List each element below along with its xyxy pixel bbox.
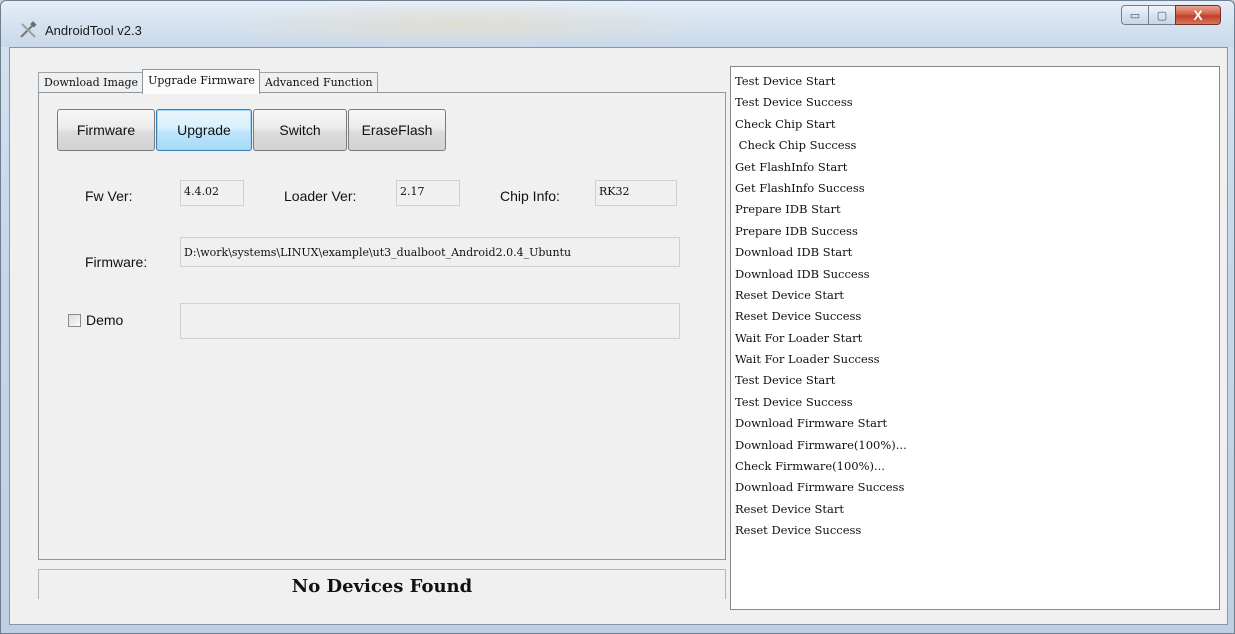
log-line: Wait For Loader Start bbox=[735, 330, 863, 345]
maximize-button[interactable]: ▢ bbox=[1148, 5, 1175, 25]
log-line: Prepare IDB Success bbox=[735, 223, 858, 238]
tab-advanced-function[interactable]: Advanced Function bbox=[258, 72, 378, 94]
demo-field[interactable] bbox=[180, 303, 680, 339]
chip-info-label: Chip Info: bbox=[500, 188, 560, 204]
log-line: Reset Device Start bbox=[735, 287, 845, 302]
loader-ver-label: Loader Ver: bbox=[284, 188, 357, 204]
log-line: Test Device Start bbox=[735, 373, 836, 388]
log-line: Test Device Success bbox=[735, 394, 853, 409]
log-line: Test Device Success bbox=[735, 95, 853, 110]
tab-strip: Download Image Upgrade Firmware Advanced… bbox=[38, 69, 378, 94]
maximize-icon: ▢ bbox=[1156, 9, 1168, 22]
close-button[interactable]: X bbox=[1175, 5, 1221, 25]
log-line: Wait For Loader Success bbox=[735, 352, 880, 367]
log-line: Reset Device Success bbox=[735, 309, 862, 324]
status-bar: No Devices Found bbox=[38, 569, 726, 599]
log-list[interactable]: Test Device Start Test Device Success Chec… bbox=[730, 66, 1220, 610]
app-window: AndroidTool v2.3 ▭ ▢ X Download Image Up… bbox=[0, 0, 1235, 634]
tools-icon bbox=[20, 21, 37, 38]
firmware-label: Firmware: bbox=[85, 254, 148, 270]
log-line: Get FlashInfo Success bbox=[735, 180, 865, 195]
window-controls: ▭ ▢ X bbox=[1121, 5, 1221, 27]
firmware-button[interactable]: Firmware bbox=[57, 109, 155, 151]
fw-ver-label: Fw Ver: bbox=[85, 188, 133, 204]
log-line: Download IDB Success bbox=[735, 266, 870, 281]
upgrade-firmware-panel: Firmware Upgrade Switch EraseFlash Fw Ve… bbox=[38, 92, 726, 560]
log-line: Check Firmware(100%)... bbox=[735, 459, 885, 474]
tab-upgrade-firmware[interactable]: Upgrade Firmware bbox=[142, 69, 260, 94]
loader-ver-field: 2.17 bbox=[396, 180, 460, 206]
log-line: Check Chip Success bbox=[735, 138, 857, 153]
fw-ver-field: 4.4.02 bbox=[180, 180, 244, 206]
tab-download-image[interactable]: Download Image bbox=[38, 72, 144, 94]
log-line: Download IDB Start bbox=[735, 245, 853, 260]
log-line: Reset Device Start bbox=[735, 501, 845, 516]
log-line: Download Firmware Start bbox=[735, 416, 888, 431]
close-icon: X bbox=[1193, 7, 1203, 23]
switch-button[interactable]: Switch bbox=[253, 109, 347, 151]
minimize-button[interactable]: ▭ bbox=[1121, 5, 1148, 25]
log-line: Download Firmware(100%)... bbox=[735, 437, 907, 452]
title-bar[interactable]: AndroidTool v2.3 ▭ ▢ X bbox=[1, 1, 1234, 47]
log-line: Download Firmware Success bbox=[735, 480, 905, 495]
upgrade-button[interactable]: Upgrade bbox=[156, 109, 252, 151]
log-line: Reset Device Success bbox=[735, 523, 862, 538]
window-title: AndroidTool v2.3 bbox=[45, 23, 142, 38]
log-line: Get FlashInfo Start bbox=[735, 159, 848, 174]
firmware-path-field: D:\work\systems\LINUX\example\ut3_dualbo… bbox=[180, 237, 680, 267]
demo-label[interactable]: Demo bbox=[86, 312, 123, 328]
client-area: Download Image Upgrade Firmware Advanced… bbox=[9, 47, 1228, 625]
eraseflash-button[interactable]: EraseFlash bbox=[348, 109, 446, 151]
minimize-icon: ▭ bbox=[1129, 9, 1141, 22]
chip-info-field: RK32 bbox=[595, 180, 677, 206]
log-line: Check Chip Start bbox=[735, 116, 836, 131]
log-line: Prepare IDB Start bbox=[735, 202, 841, 217]
device-status: No Devices Found bbox=[291, 576, 473, 597]
demo-checkbox[interactable] bbox=[68, 314, 81, 327]
log-line: Test Device Start bbox=[735, 74, 836, 88]
